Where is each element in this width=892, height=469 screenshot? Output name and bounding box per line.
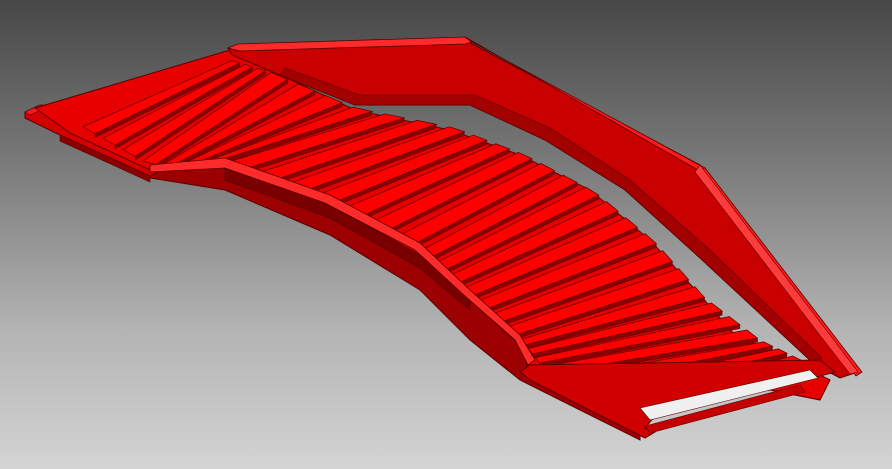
3d-viewport[interactable] <box>0 0 892 469</box>
lower-right-landing <box>519 359 837 439</box>
stair-model-canvas[interactable] <box>0 0 892 469</box>
